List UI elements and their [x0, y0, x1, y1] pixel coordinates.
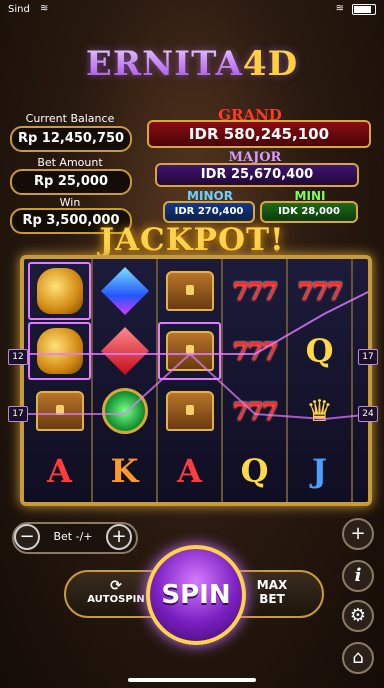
carrier-label: Sind — [8, 4, 30, 15]
spin-button[interactable]: SPIN — [146, 545, 246, 645]
home-button[interactable]: ⌂ — [342, 642, 374, 674]
jackpot-banner: JACKPOT! — [99, 222, 285, 258]
line-number-right-1: 17 — [358, 349, 378, 365]
minor-value: IDR 270,400 — [163, 201, 255, 223]
win-line-1 — [24, 290, 368, 355]
title-main: ERNITA — [85, 44, 243, 84]
info-button[interactable]: i — [342, 560, 374, 592]
settings-button[interactable]: ⚙ — [342, 600, 374, 632]
home-indicator — [128, 678, 256, 682]
line-number-left-1: 12 — [8, 349, 28, 365]
wifi-icon: ≋ — [40, 3, 49, 14]
bet-amount-value: Rp 25,000 — [10, 169, 132, 195]
reel-frame: A K A 777 777 777 Q 777 Q ♛ J — [20, 255, 372, 506]
battery-icon — [352, 4, 376, 15]
max-bet-label: MAX BET — [256, 578, 288, 606]
mini-value: IDK 28,000 — [260, 201, 358, 223]
line-number-left-2: 17 — [8, 406, 28, 422]
win-lines — [24, 290, 368, 421]
major-value: IDR 25,670,400 — [155, 163, 359, 187]
game-title: ERNITA4D — [0, 44, 384, 84]
bet-minus-button[interactable]: − — [14, 524, 40, 550]
wifi-icon-right: ≋ — [335, 3, 344, 14]
status-bar: Sind ≋ ≋ — [0, 0, 384, 18]
bet-amount-label: Bet Amount — [37, 156, 103, 169]
bet-plus-button[interactable]: + — [106, 524, 132, 550]
plus-button[interactable]: + — [342, 518, 374, 550]
line-number-right-2: 24 — [358, 406, 378, 422]
grand-value: IDR 580,245,100 — [147, 120, 371, 148]
current-balance-value: Rp 12,450,750 — [10, 126, 132, 152]
bet-adjust-label: Bet -/+ — [53, 530, 93, 543]
win-line-2 — [24, 352, 368, 421]
title-suffix: 4D — [242, 44, 299, 84]
current-balance-label: Current Balance — [25, 112, 115, 125]
